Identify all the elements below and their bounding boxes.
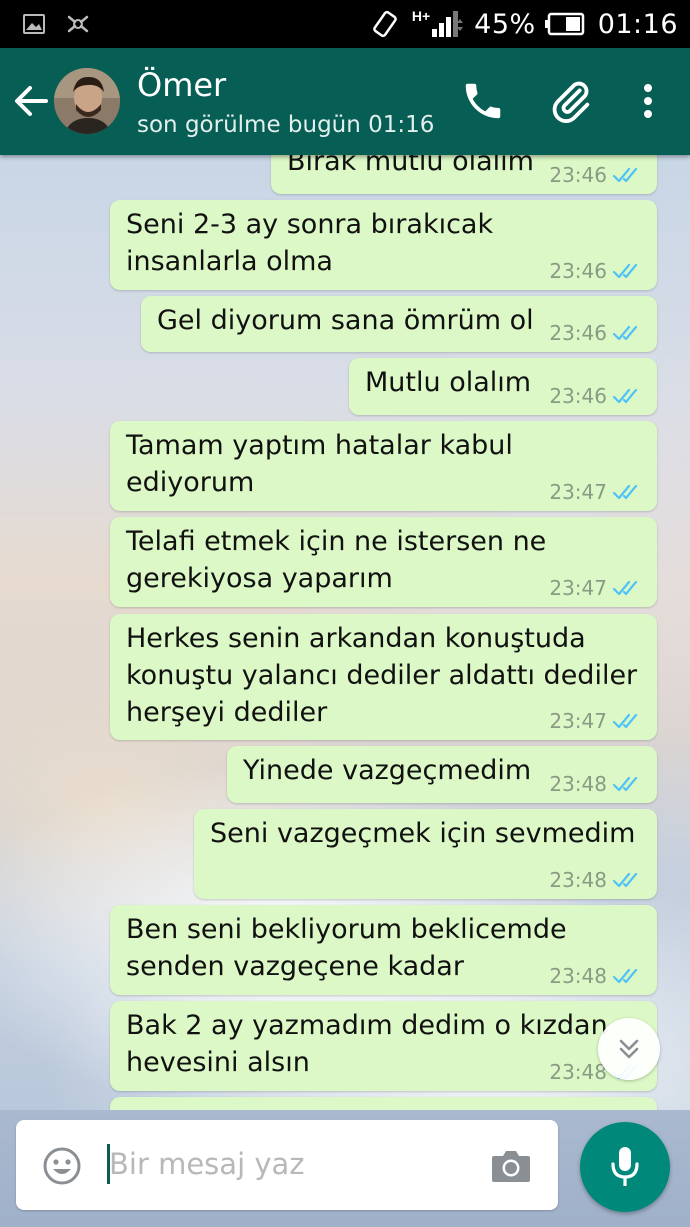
message-bubble[interactable]: Telafi etmek için ne istersen ne gerekiy…	[110, 517, 657, 607]
phone-icon[interactable]	[460, 78, 506, 124]
message-bubble[interactable]: Bırak mutlu olalım 23:46	[271, 155, 657, 194]
emoji-icon[interactable]	[42, 1146, 82, 1186]
message-time: 23:48	[549, 868, 607, 892]
message-bubble[interactable]: Mutlu olalım 23:46	[349, 358, 657, 415]
message-time: 23:48	[549, 1060, 607, 1084]
message-meta: 23:46	[549, 322, 643, 344]
double-check-icon	[613, 580, 638, 596]
message-meta: 23:46	[549, 385, 643, 407]
scroll-down-icon	[619, 1039, 639, 1059]
message-time: 23:47	[549, 480, 607, 504]
battery-icon	[544, 12, 584, 36]
message-time: 23:47	[549, 709, 607, 733]
message-bubble[interactable]: Tamam yaptım hatalar kabul ediyorum 23:4…	[110, 421, 657, 511]
signal-icon	[432, 11, 464, 37]
bug-icon	[67, 15, 89, 33]
message-meta: 23:47	[549, 710, 643, 732]
message-time: 23:46	[549, 384, 607, 408]
mic-icon	[611, 1147, 639, 1186]
message-time: 23:47	[549, 576, 607, 600]
message-bubble[interactable]: Herkes senin arkandan konuştuda konuştu …	[110, 614, 657, 740]
double-check-icon	[613, 263, 638, 279]
message-bubble-partial[interactable]	[110, 1097, 657, 1110]
message-meta: 23:48	[549, 773, 643, 795]
message-bubble[interactable]: Seni 2-3 ay sonra bırakıcak insanlarla o…	[110, 200, 657, 290]
double-check-icon	[613, 968, 638, 984]
rotate-icon	[373, 10, 397, 38]
network-type-label: H+	[411, 8, 431, 24]
composer-bar	[0, 1110, 690, 1227]
message-list[interactable]: Bırak mutlu olalım 23:46 Seni 2-3 ay son…	[0, 155, 690, 1110]
message-meta: 23:47	[549, 481, 643, 503]
message-time: 23:48	[549, 964, 607, 988]
double-check-icon	[613, 776, 638, 792]
camera-icon[interactable]	[490, 1148, 532, 1184]
message-bubble[interactable]: Yinede vazgeçmedim 23:48	[227, 746, 657, 803]
message-bubble[interactable]: Gel diyorum sana ömrüm ol 23:46	[141, 296, 657, 352]
message-bubble[interactable]: Bak 2 ay yazmadım dedim o kızdan hevesin…	[110, 1001, 657, 1091]
message-bubble[interactable]: Ben seni bekliyorum beklicemde senden va…	[110, 905, 657, 995]
message-meta: 23:48	[549, 869, 643, 891]
message-input[interactable]	[109, 1138, 469, 1190]
contact-name[interactable]: Ömer	[137, 66, 226, 104]
message-meta: 23:48	[549, 965, 643, 987]
message-text: Seni vazgeçmek için sevmedim	[210, 818, 636, 849]
message-meta: 23:46	[549, 260, 643, 282]
double-check-icon	[613, 325, 638, 341]
mic-button[interactable]	[580, 1122, 670, 1212]
back-arrow-icon[interactable]	[8, 78, 54, 124]
double-check-icon	[613, 167, 638, 183]
message-meta: 23:47	[549, 577, 643, 599]
status-right-cluster: H+ 45% 01:16	[370, 0, 678, 48]
battery-percent: 45%	[474, 8, 536, 40]
message-time: 23:48	[549, 772, 607, 796]
paperclip-icon[interactable]	[548, 78, 594, 124]
double-check-icon	[613, 388, 638, 404]
message-input-box[interactable]	[16, 1120, 558, 1210]
message-time: 23:46	[549, 163, 607, 187]
message-time: 23:46	[549, 321, 607, 345]
avatar[interactable]	[54, 68, 120, 134]
last-seen-status: son görülme bugün 01:16	[137, 112, 435, 138]
message-meta: 23:46	[549, 164, 643, 186]
avatar-photo	[54, 68, 120, 134]
more-vert-icon[interactable]	[625, 78, 671, 124]
message-bubble[interactable]: Seni vazgeçmek için sevmedim 23:48	[194, 809, 657, 899]
double-check-icon	[613, 484, 638, 500]
clock: 01:16	[597, 8, 678, 40]
double-check-icon	[613, 713, 638, 729]
double-check-icon	[613, 872, 638, 888]
chat-header: Ömer son görülme bugün 01:16	[0, 48, 690, 155]
gallery-icon	[23, 14, 45, 34]
scroll-down-button[interactable]	[598, 1018, 660, 1080]
status-bar: H+ 45% 01:16	[0, 0, 690, 48]
message-time: 23:46	[549, 259, 607, 283]
